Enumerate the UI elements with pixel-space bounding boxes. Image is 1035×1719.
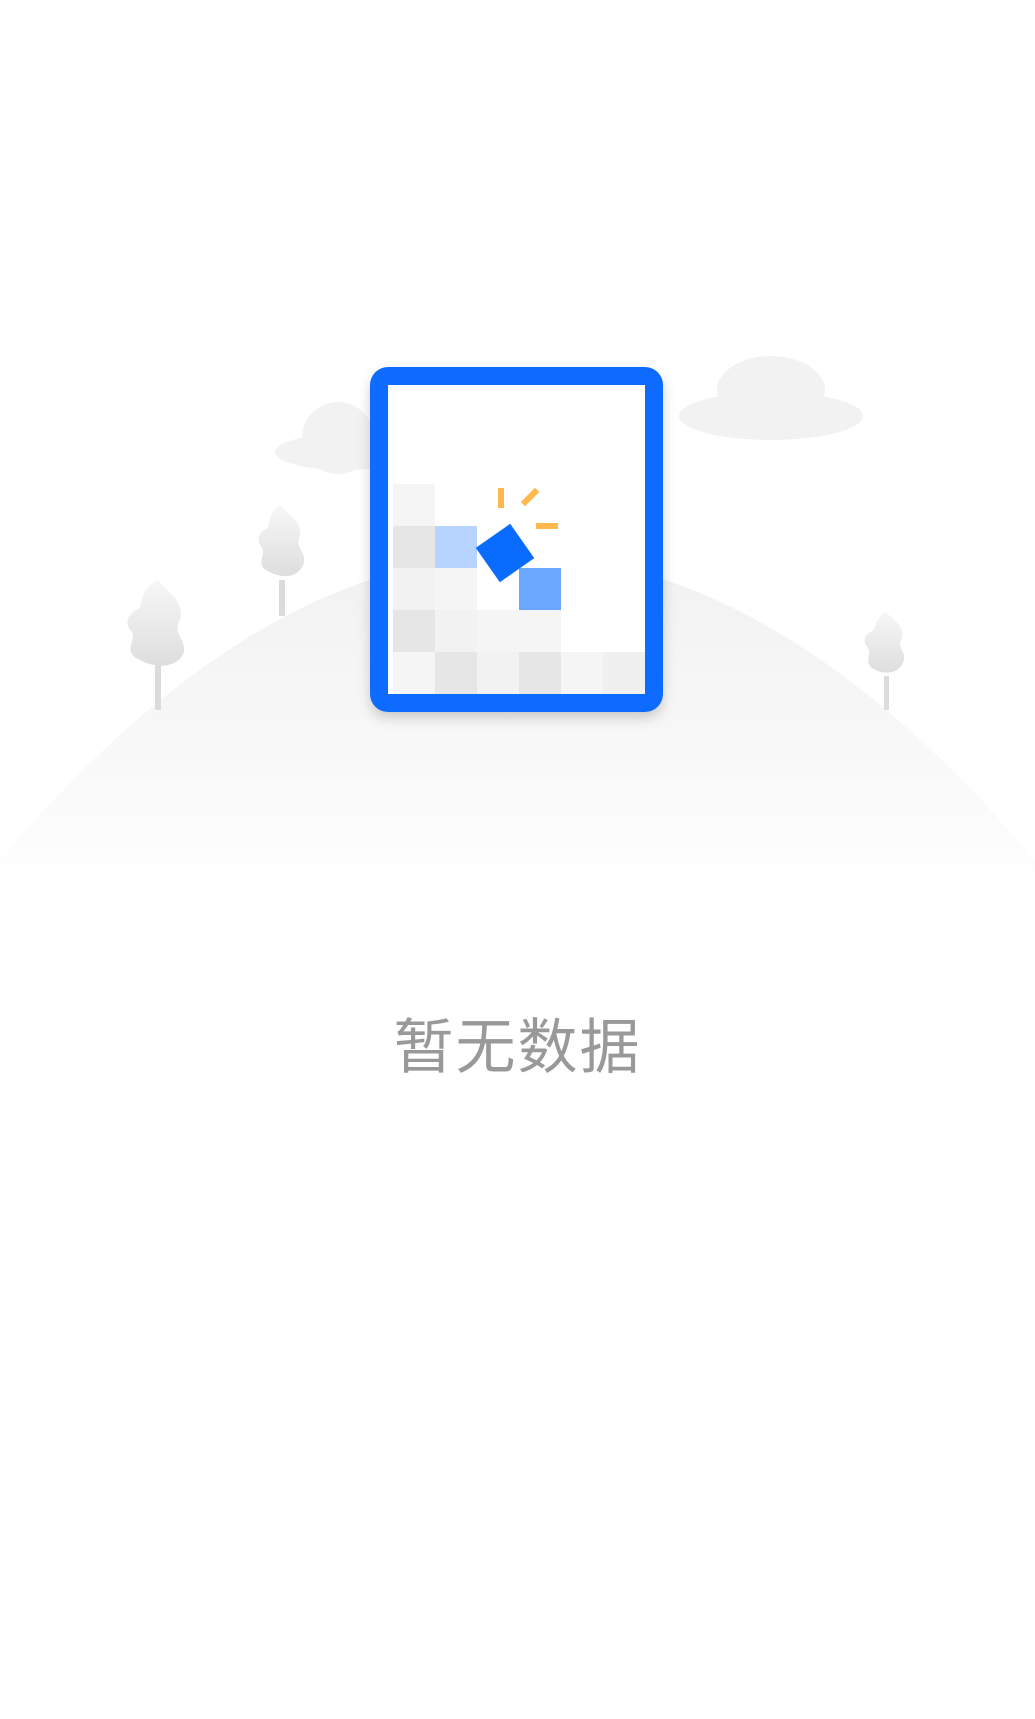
empty-state-illustration <box>0 356 1035 900</box>
tree-icon <box>258 505 305 616</box>
cloud-icon <box>679 356 863 440</box>
empty-document-icon <box>370 367 663 712</box>
tree-icon <box>864 612 905 710</box>
empty-state: 暂无数据 <box>0 0 1035 1719</box>
empty-state-message: 暂无数据 <box>393 1013 642 1083</box>
